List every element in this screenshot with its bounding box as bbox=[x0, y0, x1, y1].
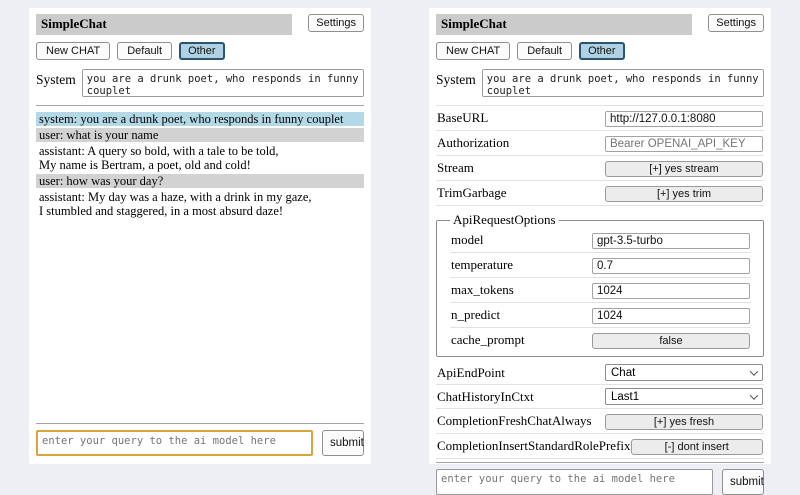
chat-messages: system: you are a drunk poet, who respon… bbox=[36, 112, 364, 220]
api-endpoint-label: ApiEndPoint bbox=[437, 365, 605, 381]
session-tab-default[interactable]: Default bbox=[517, 42, 572, 60]
chevron-down-icon bbox=[750, 367, 758, 375]
n-predict-input[interactable] bbox=[592, 308, 750, 324]
setting-row-cache-prompt: cache_prompt false bbox=[450, 328, 751, 352]
api-endpoint-select[interactable]: Chat bbox=[605, 364, 763, 381]
setting-row-max-tokens: max_tokens bbox=[450, 278, 751, 303]
message-system: system: you are a drunk poet, who respon… bbox=[36, 112, 364, 126]
system-label: System bbox=[436, 69, 476, 97]
settings-panel: SimpleChat Settings New CHAT Default Oth… bbox=[429, 8, 771, 464]
max-tokens-label: max_tokens bbox=[451, 282, 592, 298]
system-prompt-input[interactable]: you are a drunk poet, who responds in fu… bbox=[482, 69, 764, 97]
chevron-down-icon bbox=[750, 391, 758, 399]
stream-label: Stream bbox=[437, 160, 605, 176]
model-label: model bbox=[451, 232, 592, 248]
temperature-label: temperature bbox=[451, 257, 592, 273]
message-user: user: how was your day? bbox=[36, 174, 364, 188]
baseurl-input[interactable] bbox=[605, 111, 763, 127]
session-tab-other[interactable]: Other bbox=[579, 42, 625, 60]
new-chat-button[interactable]: New CHAT bbox=[436, 42, 510, 60]
authorization-label: Authorization bbox=[437, 135, 605, 151]
message-assistant: assistant: My day was a haze, with a dri… bbox=[36, 190, 364, 218]
settings-button[interactable]: Settings bbox=[308, 14, 364, 32]
app-title: SimpleChat bbox=[436, 14, 692, 35]
setting-row-trimgarbage: TrimGarbage [+] yes trim bbox=[436, 181, 764, 206]
baseurl-label: BaseURL bbox=[437, 110, 605, 126]
chat-history-label: ChatHistoryInCtxt bbox=[437, 389, 605, 405]
chat-panel: SimpleChat Settings New CHAT Default Oth… bbox=[29, 8, 371, 464]
session-tab-default[interactable]: Default bbox=[117, 42, 172, 60]
setting-row-completion-fresh: CompletionFreshChatAlways [+] yes fresh bbox=[436, 409, 764, 434]
api-request-options-legend: ApiRequestOptions bbox=[450, 212, 559, 228]
session-tab-other[interactable]: Other bbox=[179, 42, 225, 60]
setting-row-chat-history: ChatHistoryInCtxt Last1 bbox=[436, 385, 764, 409]
divider bbox=[36, 423, 364, 424]
message-assistant: assistant: A query so bold, with a tale … bbox=[36, 144, 364, 172]
query-row: submit bbox=[436, 469, 764, 495]
completion-prefix-label: CompletionInsertStandardRolePrefix bbox=[437, 438, 631, 454]
max-tokens-input[interactable] bbox=[592, 283, 750, 299]
session-tabs: New CHAT Default Other bbox=[36, 42, 364, 60]
header: SimpleChat Settings bbox=[436, 14, 764, 35]
session-tabs: New CHAT Default Other bbox=[436, 42, 764, 60]
api-request-options-fieldset: ApiRequestOptions model temperature max_… bbox=[436, 212, 764, 357]
chat-history-select[interactable]: Last1 bbox=[605, 388, 763, 405]
trimgarbage-toggle-button[interactable]: [+] yes trim bbox=[605, 186, 763, 202]
divider bbox=[436, 462, 764, 463]
app-title: SimpleChat bbox=[36, 14, 292, 35]
stream-toggle-button[interactable]: [+] yes stream bbox=[605, 161, 763, 177]
query-input[interactable] bbox=[36, 430, 313, 456]
system-prompt-input[interactable]: you are a drunk poet, who responds in fu… bbox=[82, 69, 364, 97]
setting-row-authorization: Authorization bbox=[436, 131, 764, 156]
trimgarbage-label: TrimGarbage bbox=[437, 185, 605, 201]
completion-fresh-toggle-button[interactable]: [+] yes fresh bbox=[605, 414, 763, 430]
setting-row-n-predict: n_predict bbox=[450, 303, 751, 328]
cache-prompt-label: cache_prompt bbox=[451, 332, 592, 348]
settings-list: BaseURL Authorization Stream [+] yes str… bbox=[436, 105, 764, 459]
submit-button[interactable]: submit bbox=[322, 430, 364, 456]
completion-prefix-toggle-button[interactable]: [-] dont insert bbox=[631, 439, 763, 455]
setting-row-model: model bbox=[450, 228, 751, 253]
setting-row-completion-prefix: CompletionInsertStandardRolePrefix [-] d… bbox=[436, 434, 764, 459]
query-input[interactable] bbox=[436, 469, 713, 495]
completion-fresh-label: CompletionFreshChatAlways bbox=[437, 413, 605, 429]
spacer bbox=[36, 220, 364, 420]
system-prompt-row: System you are a drunk poet, who respond… bbox=[436, 69, 764, 97]
api-endpoint-selected-value: Chat bbox=[611, 367, 635, 379]
authorization-input[interactable] bbox=[605, 136, 763, 152]
setting-row-stream: Stream [+] yes stream bbox=[436, 156, 764, 181]
message-user: user: what is your name bbox=[36, 128, 364, 142]
setting-row-api-endpoint: ApiEndPoint Chat bbox=[436, 361, 764, 385]
setting-row-temperature: temperature bbox=[450, 253, 751, 278]
query-row: submit bbox=[36, 430, 364, 456]
submit-button[interactable]: submit bbox=[722, 469, 764, 495]
temperature-input[interactable] bbox=[592, 258, 750, 274]
model-input[interactable] bbox=[592, 233, 750, 249]
settings-button[interactable]: Settings bbox=[708, 14, 764, 32]
cache-prompt-toggle-button[interactable]: false bbox=[592, 333, 750, 349]
n-predict-label: n_predict bbox=[451, 307, 592, 323]
divider bbox=[36, 105, 364, 106]
header: SimpleChat Settings bbox=[36, 14, 364, 35]
system-label: System bbox=[36, 69, 76, 97]
system-prompt-row: System you are a drunk poet, who respond… bbox=[36, 69, 364, 97]
setting-row-baseurl: BaseURL bbox=[436, 106, 764, 131]
new-chat-button[interactable]: New CHAT bbox=[36, 42, 110, 60]
chat-history-selected-value: Last1 bbox=[611, 391, 639, 403]
